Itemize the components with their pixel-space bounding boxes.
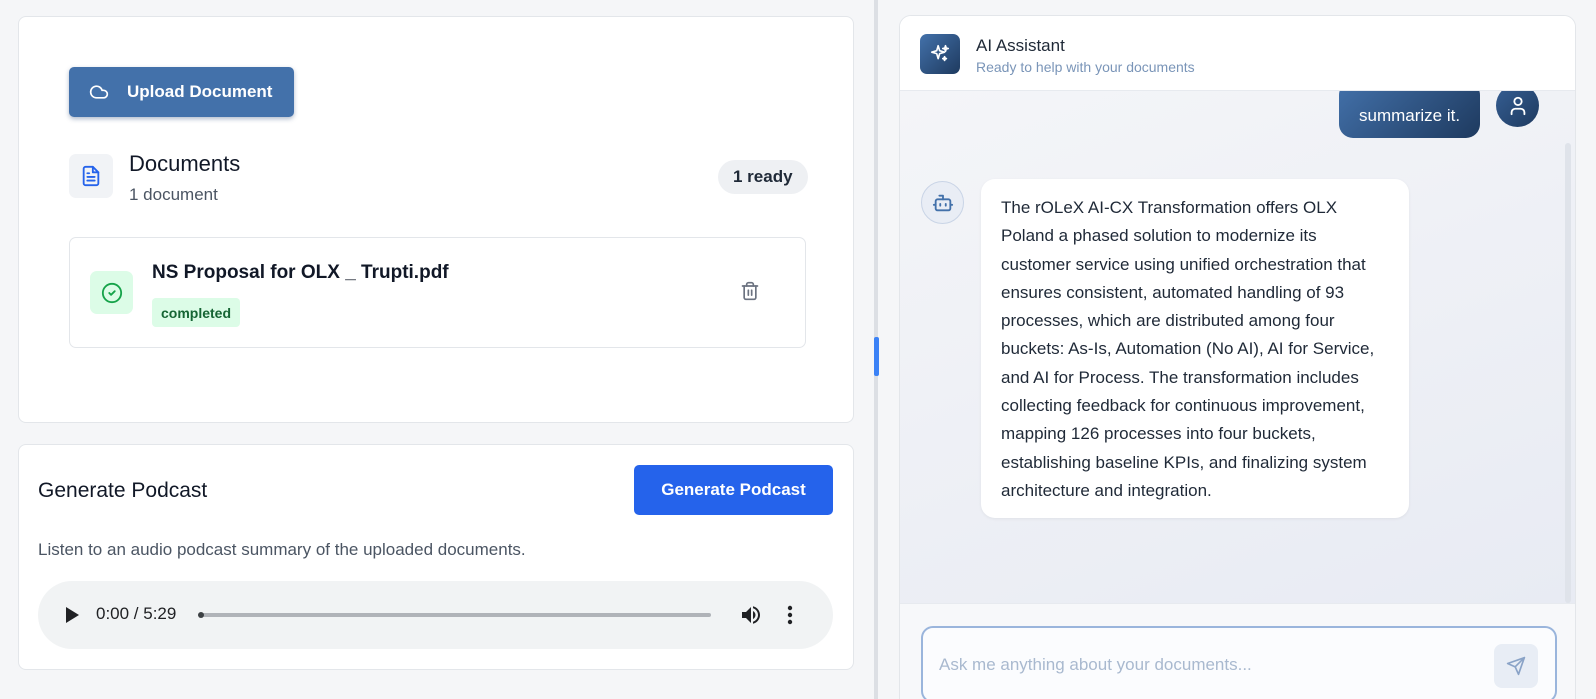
- user-icon: [1496, 91, 1539, 127]
- left-pane: Upload Document Documents 1 document 1 r…: [0, 0, 868, 699]
- document-name: NS Proposal for OLX _ Trupti.pdf: [152, 262, 449, 283]
- chat-messages: summarize it. The rOLeX AI-CX Transforma…: [900, 91, 1575, 603]
- chat-input[interactable]: [939, 650, 1479, 680]
- app-root: Upload Document Documents 1 document 1 r…: [0, 0, 1596, 699]
- file-text-icon: [69, 154, 113, 198]
- generate-podcast-button[interactable]: Generate Podcast: [634, 465, 833, 515]
- document-list-item[interactable]: NS Proposal for OLX _ Trupti.pdf complet…: [69, 237, 806, 348]
- bot-icon: [921, 181, 964, 224]
- podcast-title: Generate Podcast: [38, 479, 208, 502]
- upload-document-label: Upload Document: [127, 82, 273, 101]
- upload-document-button[interactable]: Upload Document: [69, 67, 294, 117]
- documents-title: Documents: [129, 151, 241, 176]
- podcast-description: Listen to an audio podcast summary of th…: [38, 540, 526, 559]
- volume-icon: [742, 606, 760, 624]
- audio-player: 0:00 / 5:29: [38, 581, 833, 649]
- assistant-message: The rOLeX AI-CX Transformation offers OL…: [981, 179, 1409, 518]
- check-circle-icon: [90, 271, 133, 314]
- audio-seek-bar[interactable]: [198, 612, 711, 618]
- podcast-card: Generate Podcast Generate Podcast Listen…: [18, 444, 854, 670]
- assistant-status: Ready to help with your documents: [976, 59, 1195, 75]
- pane-resize-handle[interactable]: [874, 337, 879, 376]
- chat-panel: AI Assistant Ready to help with your doc…: [899, 15, 1576, 699]
- chat-input-box: [921, 626, 1557, 699]
- ready-badge: 1 ready: [718, 160, 808, 194]
- chat-input-area: [900, 603, 1575, 699]
- trash-icon: [740, 281, 760, 306]
- chat-header: AI Assistant Ready to help with your doc…: [900, 16, 1575, 91]
- volume-button[interactable]: [739, 603, 763, 627]
- more-vertical-icon: [787, 605, 793, 625]
- more-options-button[interactable]: [778, 603, 802, 627]
- send-button[interactable]: [1494, 644, 1538, 688]
- cloud-icon: [89, 82, 109, 102]
- play-icon: [66, 607, 79, 623]
- delete-document-button[interactable]: [737, 280, 763, 306]
- send-icon: [1506, 656, 1526, 676]
- documents-count: 1 document: [129, 185, 218, 204]
- audio-seek-thumb[interactable]: [198, 612, 204, 618]
- document-status-badge: completed: [152, 298, 241, 327]
- user-message: summarize it.: [1339, 91, 1481, 138]
- assistant-name: AI Assistant: [976, 36, 1065, 55]
- sparkles-icon: [920, 34, 960, 74]
- chat-scrollbar[interactable]: [1565, 143, 1571, 603]
- play-button[interactable]: [60, 603, 84, 627]
- documents-card: Upload Document Documents 1 document 1 r…: [18, 16, 854, 423]
- audio-time-display: 0:00 / 5:29: [96, 604, 177, 623]
